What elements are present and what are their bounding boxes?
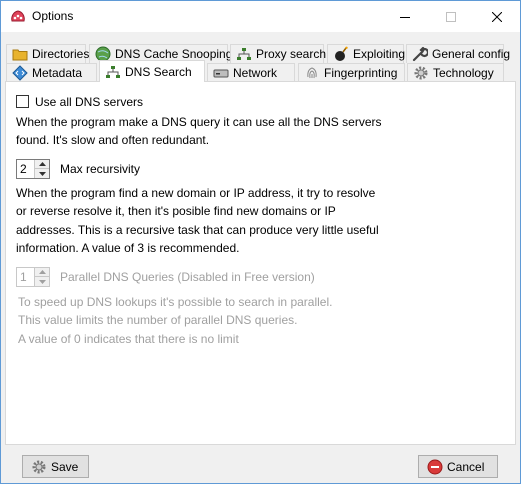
use-all-dns-checkbox[interactable] bbox=[16, 95, 29, 108]
tab-fingerprinting[interactable]: Fingerprinting bbox=[298, 63, 405, 82]
use-all-dns-description: When the program make a DNS query it can… bbox=[16, 113, 506, 150]
use-all-dns-label: Use all DNS servers bbox=[35, 95, 144, 109]
fingerprint-icon bbox=[304, 65, 320, 81]
tab-label: Network bbox=[233, 66, 278, 80]
max-recursivity-stepper[interactable]: 2 bbox=[16, 159, 50, 179]
tab-label: Directories bbox=[32, 47, 90, 61]
tab-label: Exploiting bbox=[353, 47, 406, 61]
stepper-arrows bbox=[34, 160, 49, 178]
description-line: or reverse resolve it, then it's posible… bbox=[16, 204, 336, 219]
close-button[interactable] bbox=[474, 1, 520, 32]
options-window: Options Directories DNS Cache Snooping P… bbox=[0, 0, 521, 484]
folder-icon bbox=[12, 46, 28, 62]
app-logo-icon bbox=[10, 9, 26, 23]
tab-proxy-search[interactable]: Proxy search bbox=[230, 44, 327, 63]
parallel-queries-value: 1 bbox=[20, 270, 27, 284]
tab-label: Metadata bbox=[32, 66, 83, 80]
description-line: addresses. This is a recursive task that… bbox=[16, 222, 379, 237]
tab-dns-search[interactable]: DNS Search bbox=[99, 60, 205, 82]
parallel-queries-stepper: 1 bbox=[16, 267, 50, 287]
gear-icon bbox=[31, 459, 47, 475]
tab-label: Proxy search bbox=[256, 47, 327, 61]
stepper-up-icon[interactable] bbox=[35, 160, 49, 169]
save-button[interactable]: Save bbox=[22, 455, 89, 478]
tab-label: Technology bbox=[433, 66, 494, 80]
bomb-icon bbox=[333, 46, 349, 62]
description-line: When the program make a DNS query it can… bbox=[16, 115, 382, 129]
cancel-icon bbox=[427, 459, 443, 475]
gear-icon bbox=[413, 65, 429, 81]
cancel-label: Cancel bbox=[447, 459, 485, 474]
cancel-button[interactable]: Cancel bbox=[418, 455, 498, 478]
maximize-button[interactable] bbox=[428, 1, 474, 32]
max-recursivity-label: Max recursivity bbox=[60, 162, 141, 176]
parallel-queries-label: Parallel DNS Queries (Disabled in Free v… bbox=[60, 270, 315, 284]
minimize-button[interactable] bbox=[382, 1, 428, 32]
stepper-arrows bbox=[34, 268, 49, 286]
description-line: found. It's slow and often redundant. bbox=[16, 133, 210, 148]
title-bar: Options bbox=[1, 1, 520, 32]
max-recursivity-description: When the program find a new domain or IP… bbox=[16, 184, 506, 257]
description-line: information. A value of 3 is recommended… bbox=[16, 240, 240, 255]
tab-general-config[interactable]: General config bbox=[406, 44, 510, 63]
tab-exploiting[interactable]: Exploiting bbox=[327, 44, 406, 63]
stepper-up-icon bbox=[35, 268, 49, 277]
tab-metadata[interactable]: Metadata bbox=[6, 63, 97, 82]
description-line: A value of 0 indicates that there is no … bbox=[18, 331, 239, 346]
parallel-queries-description: To speed up DNS lookups it's possible to… bbox=[18, 293, 508, 348]
wrench-icon bbox=[412, 46, 428, 62]
options-tabs: Directories DNS Cache Snooping Proxy sea… bbox=[1, 32, 520, 82]
description-line: When the program find a new domain or IP… bbox=[16, 186, 376, 200]
tab-label: Fingerprinting bbox=[324, 66, 398, 80]
window-title: Options bbox=[32, 9, 74, 23]
description-line: This value limits the number of parallel… bbox=[18, 313, 298, 328]
tab-directories[interactable]: Directories bbox=[6, 44, 90, 63]
description-line: To speed up DNS lookups it's possible to… bbox=[18, 295, 333, 309]
stepper-down-icon bbox=[35, 277, 49, 286]
tab-technology[interactable]: Technology bbox=[407, 63, 504, 82]
tab-network[interactable]: Network bbox=[207, 63, 295, 82]
drive-icon bbox=[213, 65, 229, 81]
stepper-down-icon[interactable] bbox=[35, 169, 49, 178]
tab-label: DNS Cache Snooping bbox=[115, 47, 233, 61]
tab-label: DNS Search bbox=[125, 64, 192, 79]
dns-search-panel: Use all DNS servers When the program mak… bbox=[5, 81, 516, 445]
tab-label: General config bbox=[432, 47, 511, 61]
network-icon bbox=[236, 46, 252, 62]
max-recursivity-value: 2 bbox=[20, 162, 27, 176]
code-icon bbox=[12, 65, 28, 81]
save-label: Save bbox=[51, 459, 79, 474]
network-icon bbox=[105, 64, 121, 80]
